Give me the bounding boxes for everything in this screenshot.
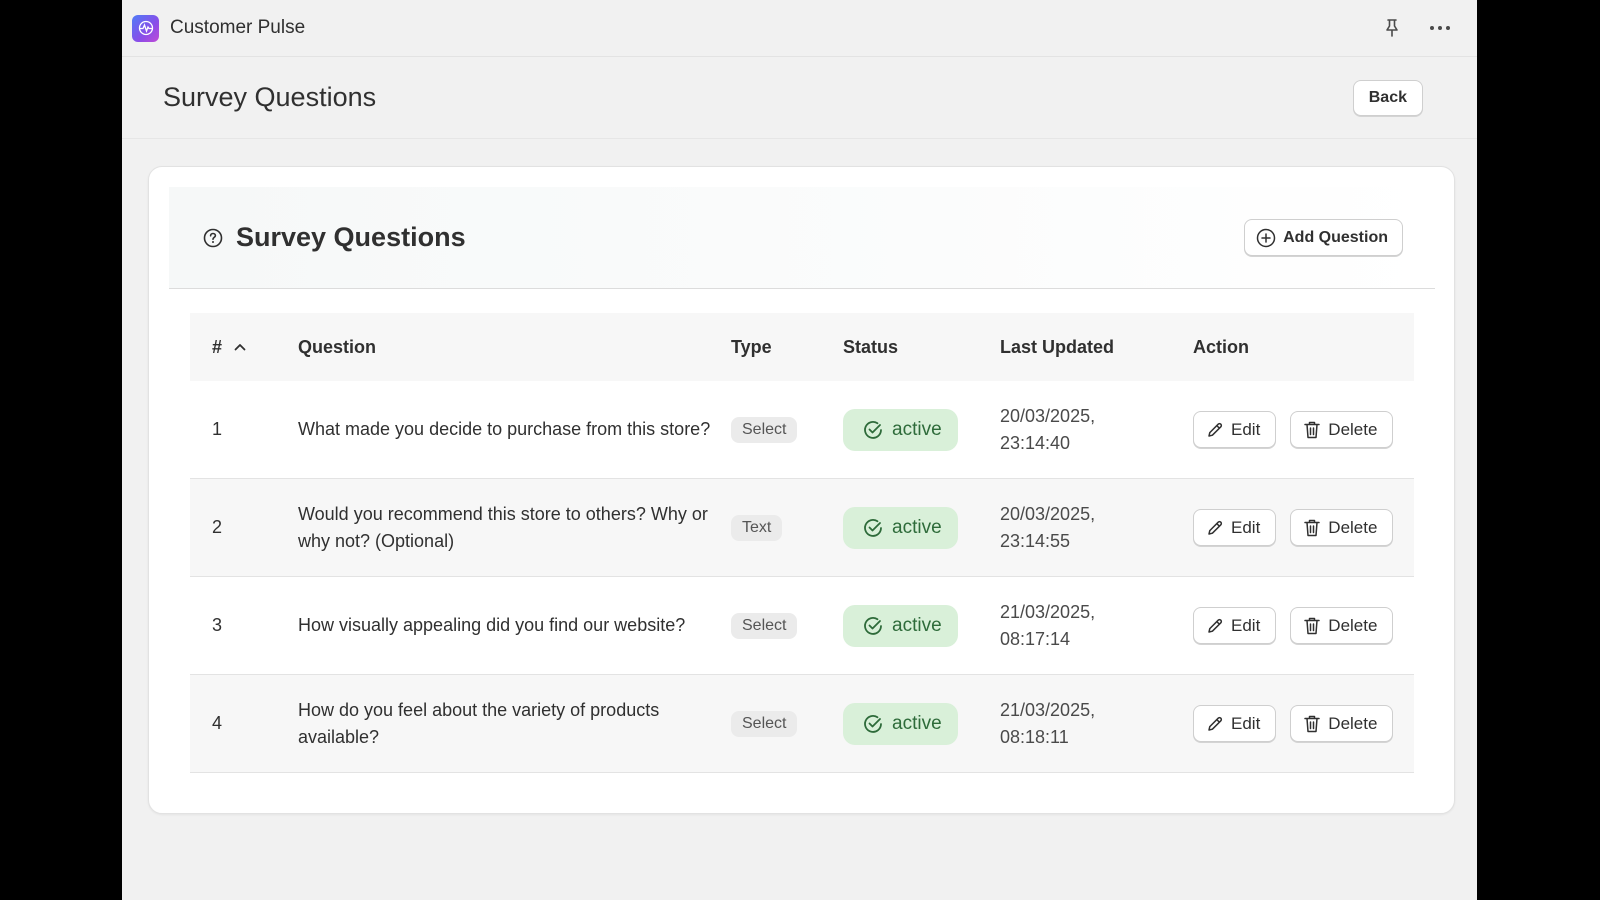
edit-button[interactable]: Edit (1193, 411, 1277, 448)
delete-label: Delete (1328, 419, 1378, 439)
edit-label: Edit (1231, 419, 1261, 439)
check-circle-icon (864, 714, 882, 733)
pencil-icon (1208, 422, 1223, 437)
row-last-updated: 20/03/2025, 23:14:55 (1000, 501, 1193, 555)
delete-label: Delete (1328, 615, 1378, 635)
table-row: 3 How visually appealing did you find ou… (190, 577, 1414, 675)
check-circle-icon (864, 616, 882, 635)
status-label: active (892, 418, 942, 440)
row-number: 2 (212, 517, 223, 537)
trash-icon (1304, 715, 1321, 732)
pencil-icon (1208, 520, 1223, 535)
app-window: Customer Pulse Survey Questions Back Sur… (122, 0, 1477, 900)
table-row: 2 Would you recommend this store to othe… (190, 479, 1414, 577)
row-number: 3 (212, 615, 223, 635)
questions-table: # Question Type Status Last Updated Acti… (190, 313, 1414, 773)
chevron-up-icon[interactable] (234, 343, 246, 351)
delete-button[interactable]: Delete (1290, 509, 1394, 546)
row-number: 4 (212, 713, 223, 733)
plus-circle-icon (1256, 228, 1276, 248)
status-badge: active (843, 702, 958, 745)
delete-label: Delete (1328, 713, 1378, 733)
header-num: # (212, 336, 223, 357)
status-label: active (892, 516, 942, 538)
add-question-label: Add Question (1283, 228, 1388, 246)
edit-label: Edit (1231, 615, 1261, 635)
survey-questions-card: Survey Questions Add Question # Question… (148, 166, 1455, 814)
status-label: active (892, 614, 942, 636)
add-question-button[interactable]: Add Question (1244, 219, 1403, 256)
table-row: 4 How do you feel about the variety of p… (190, 675, 1414, 773)
edit-label: Edit (1231, 517, 1261, 537)
row-last-updated: 21/03/2025, 08:18:11 (1000, 697, 1193, 751)
trash-icon (1304, 617, 1321, 634)
status-badge: active (843, 506, 958, 549)
row-last-updated: 21/03/2025, 08:17:14 (1000, 599, 1193, 653)
header-question: Question (298, 336, 377, 357)
question-circle-icon (203, 228, 223, 248)
app-name: Customer Pulse (170, 17, 306, 38)
card-title: Survey Questions (236, 222, 466, 252)
header-status: Status (843, 336, 899, 357)
app-logo (132, 14, 159, 42)
status-badge: active (843, 408, 958, 451)
edit-button[interactable]: Edit (1193, 607, 1277, 644)
trash-icon (1304, 519, 1321, 536)
delete-label: Delete (1328, 517, 1378, 537)
status-badge: active (843, 604, 958, 647)
edit-button[interactable]: Edit (1193, 509, 1277, 546)
table-row: 1 What made you decide to purchase from … (190, 381, 1414, 479)
row-date: 20/03/2025, (1000, 405, 1096, 426)
type-badge: Text (731, 514, 783, 541)
titlebar: Customer Pulse (122, 0, 1477, 57)
delete-button[interactable]: Delete (1290, 411, 1394, 448)
page-header: Survey Questions Back (122, 57, 1477, 139)
more-horizontal-icon[interactable] (1427, 15, 1453, 41)
pin-icon[interactable] (1379, 15, 1405, 41)
row-question: How do you feel about the variety of pro… (298, 699, 660, 747)
back-button[interactable]: Back (1352, 79, 1423, 116)
row-time: 08:18:11 (1000, 726, 1069, 747)
type-badge: Select (731, 612, 798, 639)
header-action: Action (1193, 336, 1249, 357)
row-date: 21/03/2025, (1000, 699, 1096, 720)
row-question: Would you recommend this store to others… (298, 503, 708, 551)
row-date: 20/03/2025, (1000, 503, 1096, 524)
edit-label: Edit (1231, 713, 1261, 733)
row-question: How visually appealing did you find our … (298, 615, 686, 635)
pencil-icon (1208, 618, 1223, 633)
trash-icon (1304, 421, 1321, 438)
delete-button[interactable]: Delete (1290, 607, 1394, 644)
pulse-logo-icon (138, 20, 153, 36)
check-circle-icon (864, 420, 882, 439)
type-badge: Select (731, 416, 798, 443)
table-header: # Question Type Status Last Updated Acti… (190, 313, 1414, 381)
row-date: 21/03/2025, (1000, 601, 1096, 622)
row-number: 1 (212, 419, 223, 439)
header-type: Type (731, 336, 772, 357)
type-badge: Select (731, 710, 798, 737)
page-title: Survey Questions (163, 82, 377, 112)
row-time: 23:14:55 (1000, 530, 1071, 551)
check-circle-icon (864, 518, 882, 537)
row-question: What made you decide to purchase from th… (298, 419, 711, 439)
row-time: 08:17:14 (1000, 628, 1071, 649)
status-label: active (892, 712, 942, 734)
edit-button[interactable]: Edit (1193, 705, 1277, 742)
row-time: 23:14:40 (1000, 432, 1071, 453)
pencil-icon (1208, 716, 1223, 731)
row-last-updated: 20/03/2025, 23:14:40 (1000, 403, 1193, 457)
delete-button[interactable]: Delete (1290, 705, 1394, 742)
card-header: Survey Questions Add Question (169, 187, 1435, 289)
header-last-updated: Last Updated (1000, 336, 1115, 357)
